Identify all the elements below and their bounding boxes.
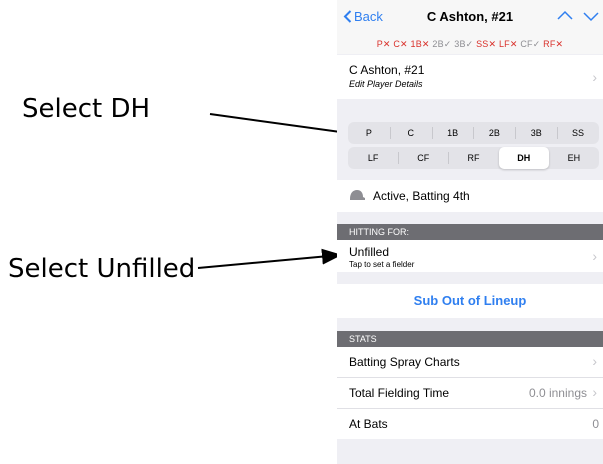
position-dh[interactable]: DH: [498, 147, 549, 169]
hitting-for-hint: Tap to set a fielder: [349, 260, 415, 269]
status-label: Active, Batting 4th: [373, 189, 470, 203]
sub-out-button[interactable]: Sub Out of Lineup: [337, 284, 603, 318]
hitting-for-value: Unfilled: [349, 245, 390, 259]
at-bats-value: 0: [592, 417, 599, 431]
edit-player-details-label: Edit Player Details: [349, 79, 423, 89]
chevron-right-icon: ›: [592, 384, 597, 400]
legend-position: LF✕: [498, 39, 518, 49]
position-rf[interactable]: RF: [448, 147, 498, 169]
player-details-row[interactable]: C Ashton, #21 Edit Player Details ›: [337, 55, 603, 99]
position-2b[interactable]: 2B: [473, 122, 515, 144]
batting-spray-charts-row[interactable]: Batting Spray Charts ›: [337, 347, 603, 378]
hitting-for-row[interactable]: Unfilled Tap to set a fielder ›: [337, 240, 603, 272]
fielding-time-value: 0.0 innings: [528, 386, 587, 400]
phone-screen: Back C Ashton, #21 P✕ C✕ 1B✕ 2B✓ 3B✓ SS✕…: [337, 0, 603, 464]
stats-header: STATS: [337, 331, 603, 347]
arrow-to-unfilled: [197, 248, 342, 269]
at-bats-label: At Bats: [349, 417, 388, 431]
legend-position: RF✕: [543, 39, 564, 49]
position-1b[interactable]: 1B: [431, 122, 474, 144]
position-ss[interactable]: SS: [557, 122, 599, 144]
position-c[interactable]: C: [389, 122, 432, 144]
legend-position: C✕: [393, 39, 408, 49]
fielding-time-label: Total Fielding Time: [349, 386, 450, 400]
spray-charts-label: Batting Spray Charts: [349, 355, 460, 369]
position-selector-row1: P C 1B 2B 3B SS: [348, 122, 599, 144]
player-status-row: Active, Batting 4th: [337, 180, 603, 212]
legend-position: SS✕: [476, 39, 497, 49]
position-fill-legend: P✕ C✕ 1B✕ 2B✓ 3B✓ SS✕ LF✕ CF✓ RF✕: [337, 34, 603, 54]
position-3b[interactable]: 3B: [515, 122, 557, 144]
legend-position: P✕: [376, 39, 391, 49]
player-name: C Ashton, #21: [349, 63, 425, 77]
fielding-time-row[interactable]: Total Fielding Time 0.0 innings ›: [337, 378, 603, 409]
chevron-right-icon: ›: [592, 69, 597, 85]
legend-position: 1B✕: [410, 39, 430, 49]
position-p[interactable]: P: [348, 122, 390, 144]
legend-position: 2B✓: [432, 39, 452, 49]
chevron-right-icon: ›: [592, 353, 597, 369]
position-eh[interactable]: EH: [549, 147, 599, 169]
hitting-for-header: HITTING FOR:: [337, 224, 603, 240]
chevron-down-icon[interactable]: [583, 10, 599, 22]
position-lf[interactable]: LF: [348, 147, 398, 169]
navigation-bar: Back C Ashton, #21: [337, 0, 603, 34]
chevron-up-icon[interactable]: [557, 10, 573, 22]
legend-position: 3B✓: [454, 39, 474, 49]
position-cf[interactable]: CF: [398, 147, 448, 169]
legend-position: CF✓: [520, 39, 541, 49]
sub-out-label: Sub Out of Lineup: [413, 293, 527, 308]
chevron-right-icon: ›: [592, 248, 597, 264]
batting-helmet-icon: [350, 190, 365, 200]
position-selector-row2: LF CF RF DH EH: [348, 147, 599, 169]
at-bats-row: At Bats 0: [337, 409, 603, 439]
